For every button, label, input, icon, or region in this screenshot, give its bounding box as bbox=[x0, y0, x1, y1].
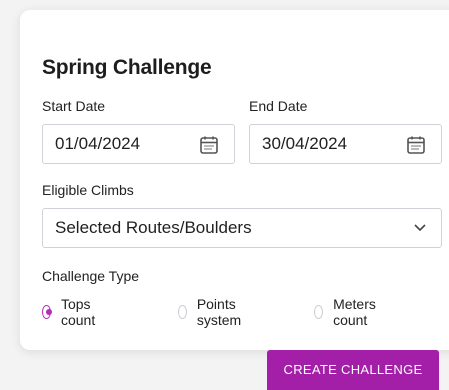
calendar-icon[interactable] bbox=[406, 135, 426, 155]
form-title: Spring Challenge bbox=[42, 56, 212, 79]
radio-label: Meters count bbox=[333, 296, 376, 328]
end-date-label: End Date bbox=[249, 98, 308, 114]
create-challenge-button[interactable]: CREATE CHALLENGE bbox=[267, 350, 439, 390]
end-date-field[interactable]: 30/04/2024 bbox=[249, 124, 442, 164]
radio-selected-icon bbox=[42, 305, 52, 319]
eligible-climbs-label: Eligible Climbs bbox=[42, 182, 134, 198]
eligible-climbs-select[interactable]: Selected Routes/Boulders bbox=[42, 208, 442, 248]
radio-label: Tops count bbox=[60, 296, 96, 328]
radio-meters-count[interactable]: Meters count bbox=[314, 296, 381, 328]
eligible-climbs-value: Selected Routes/Boulders bbox=[55, 218, 252, 237]
start-date-label: Start Date bbox=[42, 98, 106, 114]
start-date-value: 01/04/2024 bbox=[55, 134, 141, 153]
radio-label: Points system bbox=[196, 296, 242, 328]
start-date-field[interactable]: 01/04/2024 bbox=[42, 124, 235, 164]
end-date-value: 30/04/2024 bbox=[262, 134, 348, 153]
radio-unselected-icon bbox=[314, 305, 324, 319]
radio-unselected-icon bbox=[178, 305, 187, 319]
radio-tops-count[interactable]: Tops count bbox=[42, 296, 100, 328]
chevron-down-icon bbox=[414, 224, 426, 232]
calendar-icon[interactable] bbox=[199, 135, 219, 155]
radio-points-system[interactable]: Points system bbox=[178, 296, 246, 328]
challenge-type-label: Challenge Type bbox=[42, 268, 140, 284]
